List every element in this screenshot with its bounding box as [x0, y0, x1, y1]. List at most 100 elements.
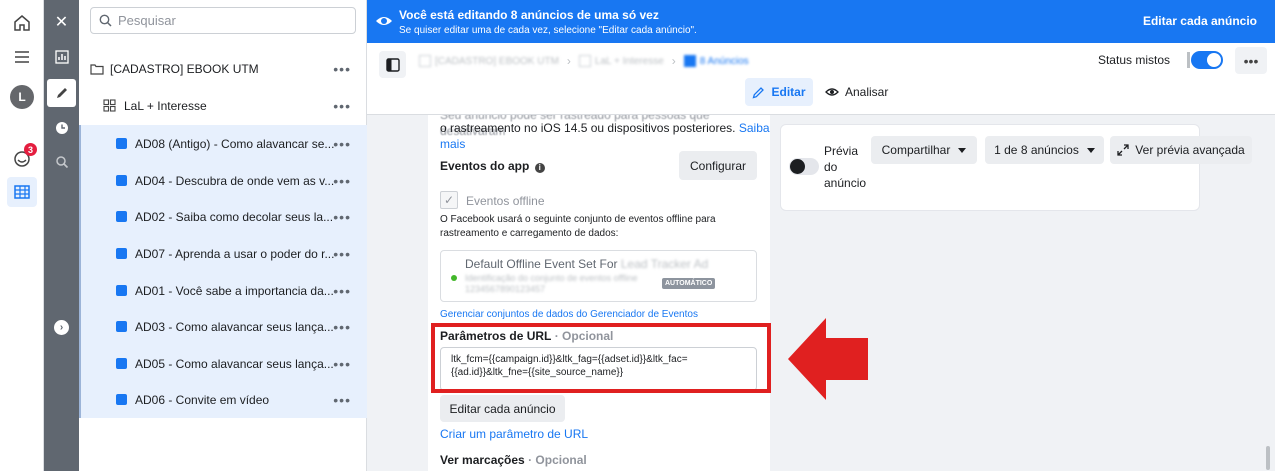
offline-events-checkbox[interactable]: ✓	[440, 191, 458, 209]
more-options-icon[interactable]: •••	[333, 136, 351, 152]
editor-header: [CADASTRO] EBOOK UTM › LaL + Interesse ›…	[367, 43, 1275, 115]
chart-icon[interactable]	[47, 43, 76, 71]
tree-ad-row[interactable]: AD06 - Convite em vídeo •••	[79, 381, 367, 418]
active-status-dot	[451, 275, 457, 281]
campaign-tree-panel: Pesquisar [CADASTRO] EBOOK UTM ••• LaL +…	[79, 0, 367, 471]
more-options-icon[interactable]: •••	[333, 246, 351, 262]
configure-button[interactable]: Configurar	[679, 151, 757, 180]
share-dropdown[interactable]: Compartilhar	[871, 136, 977, 164]
ad-icon	[116, 175, 127, 186]
avatar[interactable]: L	[7, 82, 37, 112]
ad-preview-label: Prévia do anúncio	[824, 144, 867, 190]
event-set-id-label: Identificação do conjunto de eventos off…	[465, 273, 638, 283]
more-options-icon[interactable]: •••	[333, 173, 351, 189]
more-options-icon[interactable]: •••	[333, 61, 351, 77]
ad-count-label: 1 de 8 anúncios	[994, 143, 1079, 157]
breadcrumb: [CADASTRO] EBOOK UTM › LaL + Interesse ›…	[419, 54, 749, 68]
tree-ad-row[interactable]: AD01 - Você sabe a importancia da... •••	[79, 272, 367, 309]
event-set-name: Default Offline Event Set For Lead Track…	[465, 257, 709, 271]
view-tags-label: Ver marcações · Opcional	[440, 453, 587, 467]
tool-strip: ✕ ›	[44, 0, 79, 471]
offline-desc-1: O Facebook usará o seguinte conjunto de …	[440, 214, 716, 225]
adset-name: LaL + Interesse	[124, 98, 207, 113]
breadcrumb-ads[interactable]: 8 Anúncios	[683, 55, 749, 67]
event-set-id: 1234567890123457	[465, 284, 546, 294]
ad-icon	[116, 358, 127, 369]
panel-toggle-icon[interactable]	[379, 51, 406, 78]
edit-pencil-icon[interactable]	[47, 79, 76, 107]
edit-each-ad-link[interactable]: Editar cada anúncio	[1143, 14, 1257, 28]
red-arrow-icon	[788, 318, 868, 400]
status-toggle[interactable]	[1187, 51, 1223, 69]
ad-preview-card: Prévia do anúncio Compartilhar 1 de 8 an…	[780, 124, 1252, 211]
ad-preview-toggle[interactable]	[789, 158, 819, 175]
close-icon[interactable]: ✕	[47, 8, 76, 36]
ad-name: AD07 - Aprenda a usar o poder do r...	[135, 246, 335, 261]
tree-ad-row[interactable]: AD02 - Saiba como decolar seus la... •••	[79, 198, 367, 235]
ad-name: AD05 - Como alavancar seus lança...	[135, 356, 334, 371]
chevron-right-icon: ›	[566, 54, 571, 68]
bulk-edit-banner: Você está editando 8 anúncios de uma só …	[367, 0, 1275, 43]
tree-ad-row[interactable]: AD04 - Descubra de onde vem as v... •••	[79, 162, 367, 199]
expand-icon	[1117, 144, 1129, 156]
tab-edit-label: Editar	[771, 85, 806, 99]
search-placeholder: Pesquisar	[118, 13, 176, 28]
tracking-intro-text: o rastreamento no iOS 14.5 ou dispositiv…	[440, 121, 736, 135]
home-icon[interactable]	[7, 8, 37, 38]
more-options-icon[interactable]: •••	[333, 392, 351, 408]
ad-name: AD08 (Antigo) - Como alavancar se...	[135, 136, 335, 151]
breadcrumb-campaign[interactable]: [CADASTRO] EBOOK UTM	[419, 55, 559, 67]
tree-ad-row[interactable]: AD07 - Aprenda a usar o poder do r... ••…	[79, 235, 367, 272]
tab-edit[interactable]: Editar	[745, 78, 813, 106]
ad-icon	[116, 211, 127, 222]
share-label: Compartilhar	[881, 143, 951, 157]
edit-each-ad-button[interactable]: Editar cada anúncio	[440, 395, 565, 422]
tree-ad-row[interactable]: AD05 - Como alavancar seus lança... •••	[79, 345, 367, 382]
adset-grid-icon	[103, 99, 116, 112]
more-options-icon[interactable]: •••	[333, 356, 351, 372]
offline-event-set-card[interactable]: Default Offline Event Set For Lead Track…	[440, 250, 757, 302]
advanced-preview-button[interactable]: Ver prévia avançada	[1110, 136, 1252, 164]
ad-icon	[116, 285, 127, 296]
menu-icon[interactable]	[7, 42, 37, 72]
more-options-button[interactable]: •••	[1235, 47, 1267, 74]
chevron-right-icon: ›	[671, 54, 676, 68]
global-nav: L 3	[0, 0, 44, 471]
learn-more-link[interactable]: Saiba	[739, 121, 770, 135]
tree-adset-row[interactable]: LaL + Interesse •••	[79, 87, 367, 124]
tree-campaign-row[interactable]: [CADASTRO] EBOOK UTM •••	[79, 50, 367, 87]
more-options-icon[interactable]: •••	[333, 319, 351, 335]
ad-name: AD06 - Convite em vídeo	[135, 392, 270, 407]
expand-panel-icon[interactable]: ›	[54, 320, 69, 335]
automatic-badge: AUTOMÁTICO	[662, 278, 716, 289]
breadcrumb-adset[interactable]: LaL + Interesse	[578, 55, 664, 67]
tree-ad-row[interactable]: AD08 (Antigo) - Como alavancar se... •••	[79, 125, 367, 162]
tab-analyze[interactable]: Analisar	[825, 78, 888, 106]
learn-more-link-cont[interactable]: mais	[440, 136, 465, 152]
tracking-intro-line2: o rastreamento no iOS 14.5 ou dispositiv…	[440, 120, 770, 136]
more-options-icon[interactable]: •••	[333, 98, 351, 114]
ad-icon	[116, 394, 127, 405]
search-input[interactable]: Pesquisar	[90, 7, 356, 34]
ad-icon	[116, 248, 127, 259]
tree-ad-row[interactable]: AD03 - Como alavancar seus lança... •••	[79, 308, 367, 345]
search-icon[interactable]	[47, 148, 76, 176]
more-options-icon[interactable]: •••	[333, 209, 351, 225]
ad-count-dropdown[interactable]: 1 de 8 anúncios	[985, 136, 1104, 164]
caret-down-icon	[958, 147, 967, 153]
notifications-icon[interactable]: 3	[7, 143, 37, 173]
ads-manager-table-icon[interactable]	[7, 177, 37, 207]
advanced-preview-label: Ver prévia avançada	[1135, 143, 1245, 157]
ad-icon	[116, 138, 127, 149]
highlight-box	[431, 323, 771, 393]
banner-title: Você está editando 8 anúncios de uma só …	[399, 8, 659, 22]
scrollbar[interactable]	[1266, 446, 1270, 470]
create-url-param-link[interactable]: Criar um parâmetro de URL	[440, 426, 588, 442]
search-icon	[99, 14, 112, 27]
manage-datasets-link[interactable]: Gerenciar conjuntos de dados do Gerencia…	[440, 307, 698, 323]
notification-badge: 3	[24, 143, 37, 156]
clock-icon[interactable]	[47, 114, 76, 142]
more-options-icon[interactable]: •••	[333, 283, 351, 299]
avatar-initial: L	[10, 85, 34, 109]
info-icon[interactable]: i	[534, 163, 545, 173]
